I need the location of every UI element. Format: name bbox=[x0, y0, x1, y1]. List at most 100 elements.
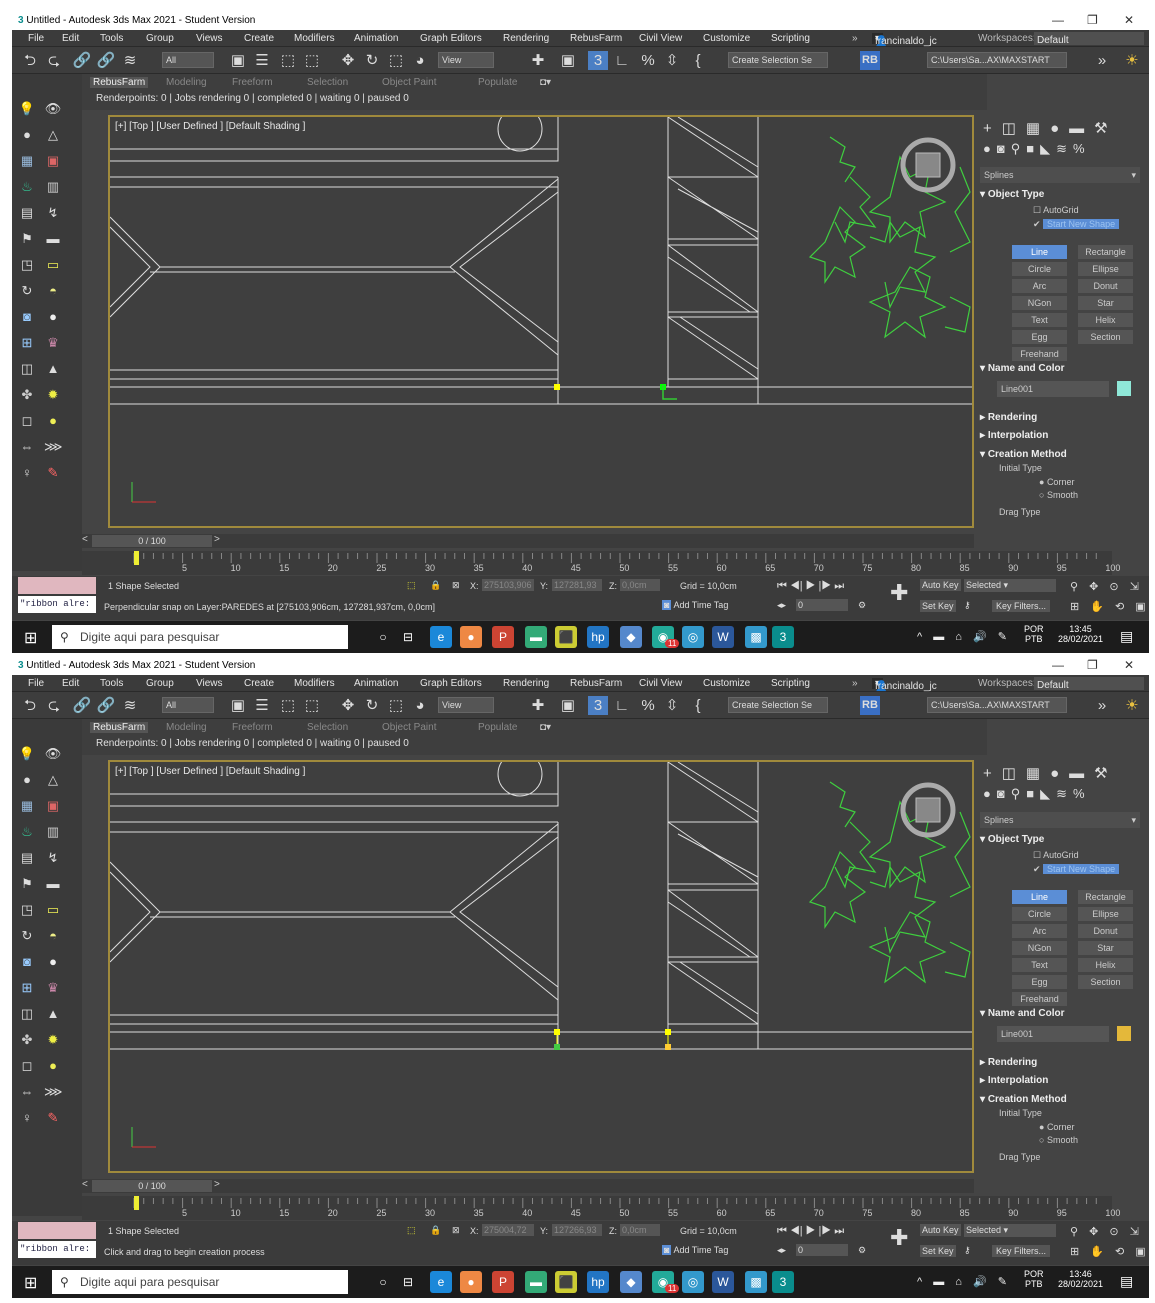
ribbon-tab-1[interactable]: Modeling bbox=[166, 77, 207, 88]
system-tray-icons[interactable]: ^ ▬ ⌂ 🔊 ✎ bbox=[917, 630, 1011, 643]
command-tool-icon[interactable]: ♀ bbox=[18, 1109, 36, 1127]
create-category-icons[interactable]: ●◙⚲■◣≋% bbox=[983, 141, 1091, 157]
language-indicator[interactable]: POR PTB bbox=[1024, 1269, 1044, 1289]
windows-start-icon[interactable]: ⊞ bbox=[24, 628, 37, 648]
menu-4[interactable]: Views bbox=[196, 33, 223, 44]
reference-coordinate-dropdown[interactable]: View bbox=[438, 697, 494, 713]
viewport-nav-icons[interactable]: ⚲ ✥ ⊙ ⇲ bbox=[1070, 580, 1143, 593]
prev-frame-icon[interactable]: < bbox=[82, 1179, 88, 1190]
object-type-circle-button[interactable]: Circle bbox=[1012, 262, 1067, 276]
current-frame-field[interactable]: 0 bbox=[796, 1244, 848, 1256]
taskbar-search-input[interactable]: ⚲ Digite aqui para pesquisar bbox=[52, 625, 348, 649]
named-selection-dropdown[interactable]: Create Selection Se bbox=[728, 697, 828, 713]
command-tool-icon[interactable]: ⊞ bbox=[18, 979, 36, 997]
object-type-donut-button[interactable]: Donut bbox=[1078, 924, 1133, 938]
viewport-nav-icons-2[interactable]: ⊞ ✋ ⟲ ▣ bbox=[1070, 600, 1149, 613]
command-tool-icon[interactable]: ◙ bbox=[18, 953, 36, 971]
expand-menu-icon[interactable]: » bbox=[852, 33, 858, 44]
taskbar-search-input[interactable]: ⚲ Digite aqui para pesquisar bbox=[52, 1270, 348, 1294]
object-color-swatch[interactable] bbox=[1117, 381, 1131, 396]
auto-key-button[interactable]: Auto Key bbox=[920, 579, 961, 591]
command-tool-icon[interactable]: 👁 bbox=[44, 745, 62, 763]
ribbon-tab-0[interactable]: RebusFarm bbox=[90, 77, 149, 88]
menu-8[interactable]: Graph Editors bbox=[420, 33, 482, 44]
command-tool-icon[interactable]: ⇔ bbox=[18, 438, 36, 456]
menu-6[interactable]: Modifiers bbox=[294, 678, 335, 689]
user-account[interactable]: 👤 francinaldo_jc ▾ bbox=[872, 33, 937, 47]
object-type-rectangle-button[interactable]: Rectangle bbox=[1078, 890, 1133, 904]
command-tool-icon[interactable]: ✹ bbox=[44, 386, 62, 404]
playback-controls[interactable]: ⏮ ◀| ▶ |▶ ⏭ bbox=[777, 580, 844, 593]
creation-method-rollout[interactable]: ▾ Creation Method bbox=[980, 449, 1140, 460]
name-and-color-rollout[interactable]: ▾ Name and Color bbox=[980, 1008, 1140, 1019]
x-coordinate-field[interactable]: 275103,906 bbox=[482, 579, 534, 591]
object-type-rectangle-button[interactable]: Rectangle bbox=[1078, 245, 1133, 259]
key-filters-button[interactable]: Key Filters... bbox=[992, 600, 1051, 612]
taskbar-app-icon[interactable]: ○ bbox=[372, 1271, 394, 1293]
more-tools-icon[interactable]: » bbox=[1092, 696, 1112, 715]
z-coordinate-field[interactable]: 0,0cm bbox=[620, 1224, 660, 1236]
command-tool-icon[interactable]: ↻ bbox=[18, 927, 36, 945]
top-viewport[interactable]: [+] [Top ] [User Defined ] [Default Shad… bbox=[108, 115, 974, 528]
command-tool-icon[interactable]: ✎ bbox=[44, 1109, 62, 1127]
command-tool-icon[interactable]: 💡 bbox=[18, 100, 36, 118]
command-tool-icon[interactable]: 💡 bbox=[18, 745, 36, 763]
command-tool-icon[interactable]: ◓ bbox=[44, 282, 62, 300]
absolute-mode-icon[interactable]: ⊠ bbox=[452, 580, 460, 591]
taskbar-app-icon[interactable]: e bbox=[430, 1271, 452, 1293]
menu-13[interactable]: Scripting bbox=[771, 33, 810, 44]
autogrid-checkbox[interactable]: ☐ AutoGrid bbox=[1033, 205, 1079, 216]
toolbar-tool-icon[interactable]: ↻ bbox=[362, 51, 382, 70]
command-tool-icon[interactable]: ▲ bbox=[44, 360, 62, 378]
toolbar-tool-icon[interactable]: ⬚ bbox=[302, 696, 322, 715]
taskbar-app-icon[interactable]: ● bbox=[460, 1271, 482, 1293]
command-tool-icon[interactable]: ● bbox=[18, 771, 36, 789]
taskbar-app-icon[interactable]: ⊟ bbox=[397, 626, 419, 648]
autogrid-checkbox[interactable]: ☐ AutoGrid bbox=[1033, 850, 1079, 861]
workspaces-dropdown[interactable]: Default bbox=[1034, 677, 1144, 691]
object-type-freehand-button[interactable]: Freehand bbox=[1012, 347, 1067, 361]
command-tool-icon[interactable]: ▬ bbox=[44, 875, 62, 893]
toolbar-tool-icon[interactable]: ◕ bbox=[410, 51, 430, 70]
menu-10[interactable]: RebusFarm bbox=[570, 33, 622, 44]
set-key-big-icon[interactable]: ✚ bbox=[890, 1225, 908, 1251]
taskbar-app-icon[interactable]: W bbox=[712, 626, 734, 648]
command-tool-icon[interactable]: ● bbox=[44, 1057, 62, 1075]
taskbar-app-icon[interactable]: 3 bbox=[772, 1271, 794, 1293]
menu-7[interactable]: Animation bbox=[354, 678, 398, 689]
notification-center-icon[interactable]: ▤ bbox=[1120, 628, 1133, 645]
command-tool-icon[interactable]: ▣ bbox=[44, 152, 62, 170]
set-key-button[interactable]: Set Key bbox=[920, 1245, 956, 1257]
selected-set-dropdown[interactable]: Selected ▾ bbox=[964, 579, 1056, 592]
menu-6[interactable]: Modifiers bbox=[294, 33, 335, 44]
toolbar-tool-icon[interactable]: ⇳ bbox=[662, 51, 682, 70]
selected-set-dropdown[interactable]: Selected ▾ bbox=[964, 1224, 1056, 1237]
object-type-star-button[interactable]: Star bbox=[1078, 296, 1133, 310]
next-frame-icon[interactable]: > bbox=[214, 1179, 220, 1190]
ribbon-tab-5[interactable]: Populate bbox=[478, 722, 517, 733]
snaps-toggle-icon[interactable]: 3 bbox=[588, 696, 608, 715]
object-type-ellipse-button[interactable]: Ellipse bbox=[1078, 262, 1133, 276]
y-coordinate-field[interactable]: 127281,93 bbox=[552, 579, 602, 591]
time-slider-thumb[interactable]: 0 / 100 bbox=[92, 1180, 212, 1192]
toolbar-tool-icon[interactable]: ☰ bbox=[252, 696, 272, 715]
object-type-text-button[interactable]: Text bbox=[1012, 958, 1067, 972]
minimize-button[interactable]: — bbox=[1052, 13, 1064, 27]
track-bar[interactable]: 5 10 15 20 25 30 35 40 45 50 55 60 65 70 75 80 85 90 95 100 bbox=[82, 1196, 1120, 1220]
taskbar-app-icon[interactable]: ◎ bbox=[682, 626, 704, 648]
taskbar-app-icon[interactable]: ◆ bbox=[620, 626, 642, 648]
command-tool-icon[interactable]: ↯ bbox=[44, 849, 62, 867]
command-tool-icon[interactable]: ● bbox=[44, 953, 62, 971]
command-tool-icon[interactable]: ⇔ bbox=[18, 1083, 36, 1101]
command-tool-icon[interactable]: ♨ bbox=[18, 823, 36, 841]
toolbar-tool-icon[interactable]: ✥ bbox=[338, 696, 358, 715]
command-tool-icon[interactable]: ◳ bbox=[18, 901, 36, 919]
category-dropdown[interactable]: Splines ▾ bbox=[980, 167, 1140, 183]
command-tool-icon[interactable]: ⚑ bbox=[18, 875, 36, 893]
command-tool-icon[interactable]: ▥ bbox=[44, 823, 62, 841]
maxscript-listener-mini[interactable] bbox=[18, 1222, 96, 1239]
isolate-toggle-icon[interactable]: ⬚ bbox=[407, 1225, 416, 1236]
command-tool-icon[interactable]: ⋙ bbox=[44, 1083, 63, 1101]
selection-filter-dropdown[interactable]: All bbox=[162, 52, 214, 68]
taskbar-app-icon[interactable]: hp bbox=[587, 626, 609, 648]
